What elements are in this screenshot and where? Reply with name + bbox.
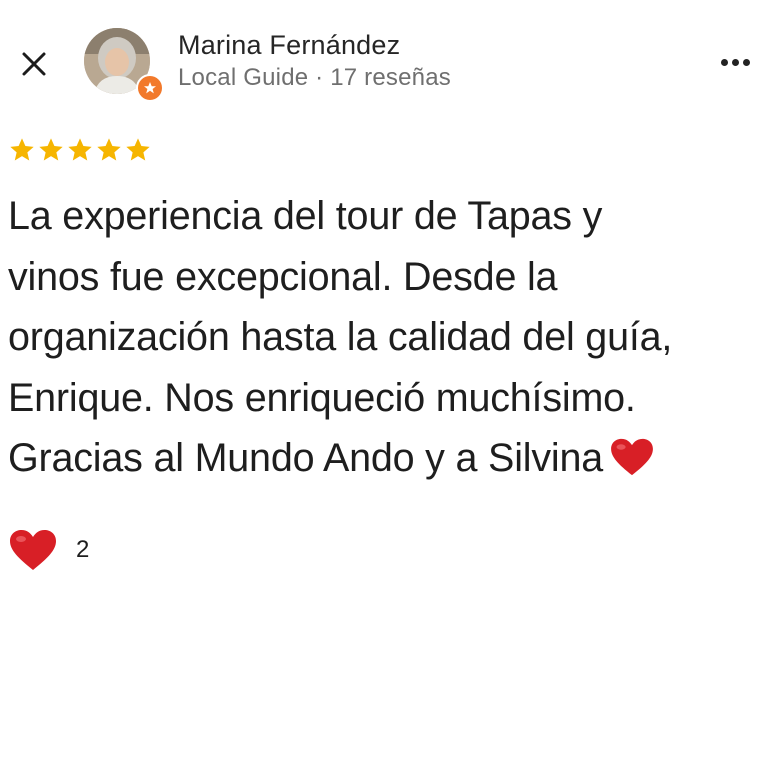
- close-icon: [22, 52, 46, 76]
- review-text: La experiencia del tour de Tapas y vinos…: [8, 186, 753, 489]
- review-line: organización hasta la calidad del guía,: [8, 315, 673, 359]
- star-icon: [97, 138, 121, 161]
- review-line: Gracias al Mundo Ando y a Silvina: [8, 436, 604, 480]
- star-icon: [126, 138, 150, 161]
- star-icon: [39, 138, 63, 161]
- local-guide-star-icon: [144, 82, 156, 94]
- review-header: Marina Fernández Local Guide · 17 reseña…: [0, 0, 768, 120]
- reviewer-name[interactable]: Marina Fernández: [178, 30, 400, 61]
- more-options-button[interactable]: [710, 42, 760, 82]
- star-icon: [10, 138, 34, 161]
- reaction-count: 2: [76, 536, 90, 563]
- local-guide-badge: [136, 74, 164, 102]
- reviewer-meta: Local Guide · 17 reseñas: [178, 64, 451, 91]
- avatar-container[interactable]: [84, 28, 164, 102]
- heart-emoji-icon: [611, 438, 653, 476]
- more-horizontal-icon: [720, 58, 728, 66]
- review-line: La experiencia del tour de Tapas y: [8, 194, 603, 238]
- close-button[interactable]: [14, 44, 54, 84]
- review-line-last: Gracias al Mundo Ando y a Silvina: [8, 428, 753, 489]
- star-icon: [68, 138, 92, 161]
- review-line: Enrique. Nos enriqueció muchísimo.: [8, 375, 636, 420]
- review-line: vinos fue excepcional. Desde la: [8, 254, 558, 299]
- heart-emoji-icon: [10, 530, 56, 570]
- star-rating: [8, 136, 152, 164]
- reaction-button[interactable]: 2: [8, 524, 89, 576]
